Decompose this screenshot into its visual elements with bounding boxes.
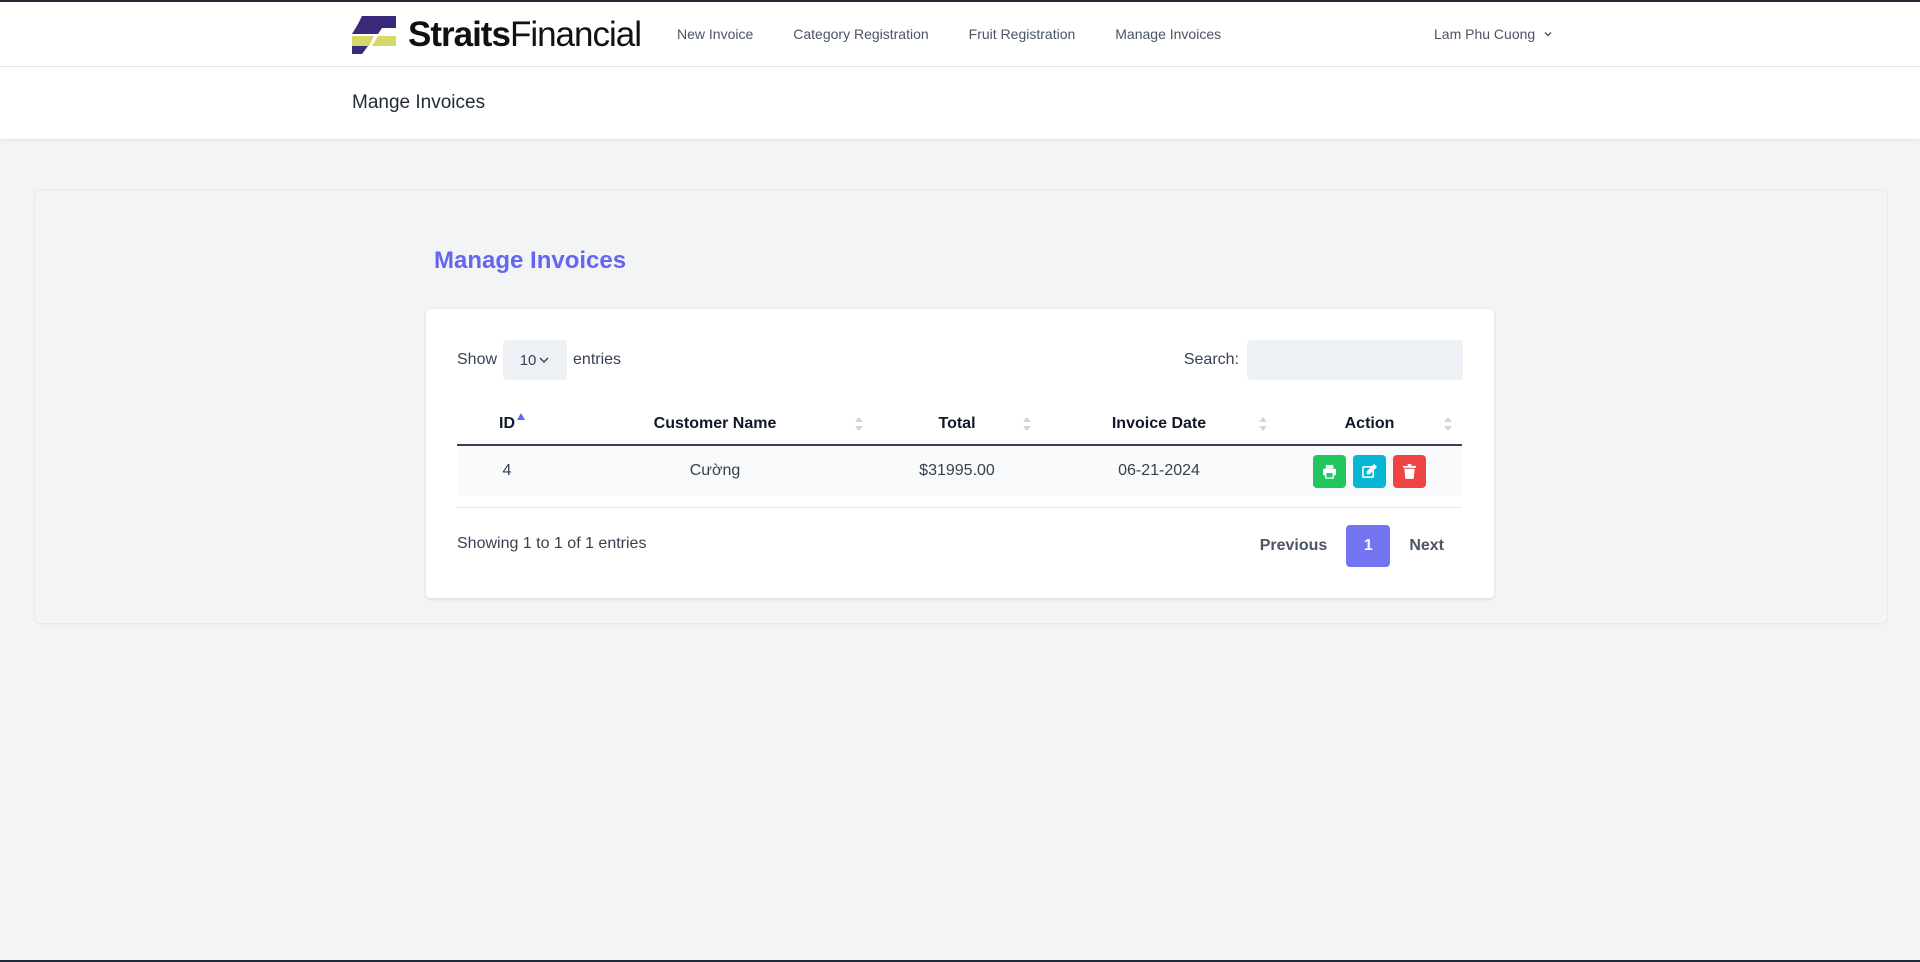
- invoices-table: ID Customer Name Total Invoice Date Acti…: [457, 404, 1462, 496]
- cell-invoice-date: 06-21-2024: [1041, 445, 1277, 496]
- column-header-customer-name[interactable]: Customer Name: [557, 404, 873, 446]
- search-label: Search:: [1183, 351, 1239, 368]
- cell-customer-name: Cường: [557, 445, 873, 496]
- next-page-button[interactable]: Next: [1390, 537, 1463, 555]
- chevron-down-icon: [539, 357, 549, 363]
- table-footer-divider: [457, 507, 1462, 508]
- print-button[interactable]: [1313, 454, 1346, 488]
- sort-icon: [1444, 417, 1452, 431]
- page-header: Mange Invoices: [0, 67, 1920, 139]
- pagination: Previous 1 Next: [1241, 525, 1463, 567]
- nav-manage-invoices[interactable]: Manage Invoices: [1115, 26, 1221, 42]
- print-icon: [1322, 464, 1337, 479]
- column-header-label: Invoice Date: [1111, 415, 1207, 432]
- column-header-label: Customer Name: [653, 415, 777, 432]
- page-title: Mange Invoices: [352, 92, 486, 113]
- previous-page-button[interactable]: Previous: [1241, 537, 1347, 555]
- brand-name: StraitsFinancial: [408, 15, 642, 55]
- sort-icon: [855, 417, 863, 431]
- navbar: StraitsFinancial New Invoice Category Re…: [0, 2, 1920, 67]
- brand-name-bold: Straits: [408, 15, 511, 54]
- invoices-card: Show 10 entries Search: ID Customer Name: [426, 309, 1494, 598]
- column-header-invoice-date[interactable]: Invoice Date: [1041, 404, 1277, 446]
- table-info: Showing 1 to 1 of 1 entries: [457, 535, 647, 552]
- search-input[interactable]: [1247, 340, 1463, 380]
- column-header-label: ID: [499, 415, 515, 432]
- chevron-down-icon: [1544, 32, 1552, 37]
- delete-button[interactable]: [1393, 454, 1426, 488]
- column-header-id[interactable]: ID: [457, 404, 557, 446]
- row-actions: [1277, 454, 1462, 488]
- column-header-action[interactable]: Action: [1277, 404, 1462, 446]
- table-row: 4 Cường $31995.00 06-21-2024: [457, 445, 1462, 496]
- cell-total: $31995.00: [873, 445, 1041, 496]
- entries-label: entries: [573, 351, 622, 368]
- cell-id: 4: [457, 445, 557, 496]
- show-label: Show: [457, 351, 498, 368]
- column-header-label: Action: [1344, 415, 1395, 432]
- nav-fruit-registration[interactable]: Fruit Registration: [969, 26, 1076, 42]
- sort-icon: [1259, 417, 1267, 431]
- column-header-label: Total: [938, 415, 976, 432]
- nav-category-registration[interactable]: Category Registration: [793, 26, 928, 42]
- cell-actions: [1277, 445, 1462, 496]
- page-length-value: 10: [519, 351, 537, 369]
- user-menu[interactable]: Lam Phu Cuong: [1434, 26, 1553, 42]
- sort-icon: [1023, 417, 1031, 431]
- nav-new-invoice[interactable]: New Invoice: [677, 26, 753, 42]
- brand-logo[interactable]: StraitsFinancial: [352, 15, 642, 55]
- edit-button[interactable]: [1353, 454, 1386, 488]
- edit-icon: [1362, 463, 1377, 478]
- table-header-row: ID Customer Name Total Invoice Date Acti…: [457, 404, 1462, 446]
- user-name: Lam Phu Cuong: [1434, 26, 1536, 42]
- trash-icon: [1403, 463, 1416, 479]
- search-control: Search:: [1184, 340, 1463, 380]
- page-length-control: Show 10 entries: [457, 340, 621, 380]
- logo-icon: [352, 16, 396, 54]
- section-title: Manage Invoices: [434, 247, 627, 274]
- page-length-select[interactable]: 10: [503, 340, 568, 380]
- column-header-total[interactable]: Total: [873, 404, 1041, 446]
- page-button-current[interactable]: 1: [1346, 525, 1391, 567]
- sort-ascending-icon: [517, 413, 525, 420]
- main-nav: New Invoice Category Registration Fruit …: [677, 26, 1261, 42]
- brand-name-regular: Financial: [509, 15, 642, 54]
